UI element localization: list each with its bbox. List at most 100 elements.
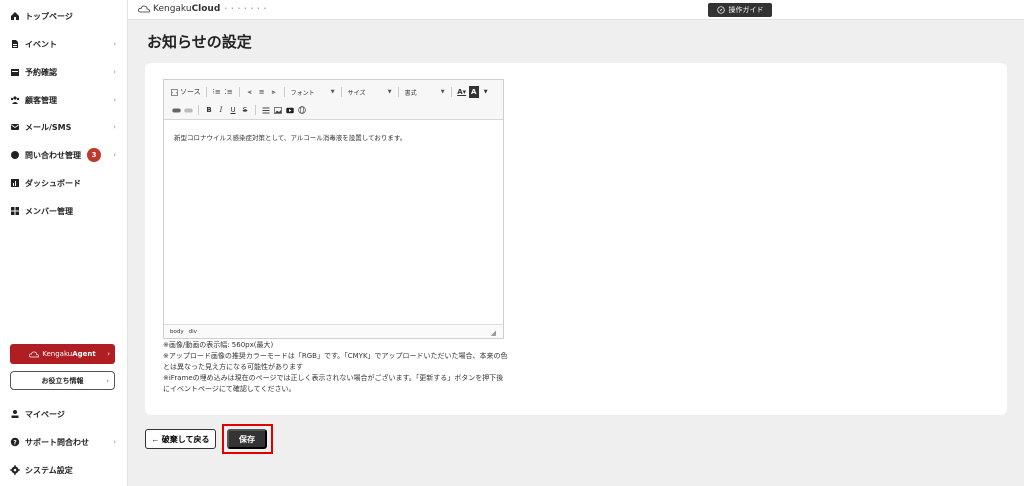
users-icon xyxy=(10,95,20,105)
toolbar-separator xyxy=(238,87,240,97)
chevron-right-icon: › xyxy=(113,40,116,48)
chevron-right-icon: › xyxy=(107,350,110,358)
compass-icon xyxy=(716,6,725,14)
save-button[interactable]: 保存 xyxy=(227,429,267,449)
sidebar-item-label: トップページ xyxy=(25,11,73,21)
status-path-body[interactable]: body xyxy=(170,329,184,335)
strikethrough-icon[interactable]: S xyxy=(240,104,250,116)
font-select-label: フォント xyxy=(290,89,315,97)
sidebar-item-label: ダッシュボード xyxy=(25,178,81,188)
note-line: ※iFrameの埋め込みは現在のページでは正しく表示されない場合がございます。「… xyxy=(163,374,504,393)
sidebar-item-label: 問い合わせ管理 xyxy=(25,150,81,160)
agent-logo-text: Kengaku xyxy=(42,350,73,358)
brand-name-regular: Kengaku xyxy=(153,4,192,14)
bg-color-dropdown-icon[interactable]: ▼ xyxy=(481,86,491,98)
notification-badge: 3 xyxy=(87,148,101,162)
toolbar-separator xyxy=(255,105,256,115)
iframe-globe-icon[interactable] xyxy=(297,104,307,116)
chevron-right-icon: › xyxy=(106,376,109,385)
align-left-icon[interactable]: ⫷ xyxy=(245,86,255,98)
source-icon xyxy=(171,88,178,96)
chart-icon xyxy=(10,178,20,188)
align-right-icon[interactable]: ⫸ xyxy=(269,86,279,98)
discard-and-back-button[interactable]: ← 破棄して戻る xyxy=(145,429,216,449)
source-button[interactable]: ソース xyxy=(171,86,201,98)
sidebar-item-mail-sms[interactable]: メール/SMS › xyxy=(10,119,122,135)
dropdown-arrow-icon: ▼ xyxy=(387,89,392,95)
useful-info-label: お役立ち情報 xyxy=(41,376,84,385)
sidebar-item-label: システム設定 xyxy=(25,465,73,475)
bulleted-list-icon[interactable]: ⁚≡ xyxy=(224,86,234,98)
size-select-label: サイズ xyxy=(347,89,366,97)
link-icon[interactable] xyxy=(171,104,181,116)
rich-text-editor: ソース ⁝≡ ⁚≡ ⫷ ≡ ⫸ フォント ▼ サイズ ▼ 書式 ▼ A▾ A ▼… xyxy=(163,79,504,339)
calendar-icon xyxy=(10,67,20,77)
note-line: ※画像/動画の表示幅: 560px(最大) xyxy=(163,341,274,349)
sidebar-item-mypage[interactable]: マイページ xyxy=(10,406,122,422)
source-label: ソース xyxy=(180,88,201,96)
editor-toolbar: ソース ⁝≡ ⁚≡ ⫷ ≡ ⫸ フォント ▼ サイズ ▼ 書式 ▼ A▾ A ▼… xyxy=(164,80,503,120)
sidebar-item-inquiries[interactable]: 問い合わせ管理 3 › xyxy=(10,147,122,163)
svg-text:?: ? xyxy=(13,439,17,446)
chevron-right-icon: › xyxy=(113,96,116,104)
sidebar-item-event[interactable]: イベント › xyxy=(10,36,122,52)
grid-icon xyxy=(10,206,20,216)
sidebar-item-label: マイページ xyxy=(25,409,65,419)
sidebar-item-label: メンバー管理 xyxy=(25,206,73,216)
chevron-right-icon: › xyxy=(113,438,116,446)
sidebar-item-label: 顧客管理 xyxy=(25,95,57,105)
brand-logo[interactable]: Kengaku Cloud • • • • • • • xyxy=(138,4,267,14)
bold-icon[interactable]: B xyxy=(204,104,214,116)
align-center-icon[interactable]: ≡ xyxy=(257,86,267,98)
chevron-right-icon: › xyxy=(113,68,116,76)
top-bar: Kengaku Cloud • • • • • • • 操作ガイド xyxy=(128,0,1024,20)
cloud-logo-icon xyxy=(138,5,150,13)
numbered-list-icon[interactable]: ⁝≡ xyxy=(212,86,222,98)
operation-guide-button[interactable]: 操作ガイド xyxy=(708,3,772,17)
document-icon xyxy=(10,39,20,49)
editor-notes: ※画像/動画の表示幅: 560px(最大) ※アップロード画像の推奨カラーモード… xyxy=(163,340,508,395)
cloud-logo-icon xyxy=(29,351,40,358)
editor-status-bar: body div ◢ xyxy=(164,324,503,338)
home-icon xyxy=(10,11,20,21)
help-icon: ? xyxy=(10,437,20,447)
useful-info-button[interactable]: お役立ち情報 › xyxy=(10,371,115,390)
toolbar-separator xyxy=(198,105,199,115)
mail-icon xyxy=(10,122,20,132)
sidebar-item-label: メール/SMS xyxy=(25,122,72,132)
sidebar-item-label: 予約確認 xyxy=(25,67,57,77)
unlink-icon[interactable] xyxy=(183,104,193,116)
font-select[interactable]: フォント ▼ xyxy=(289,86,337,98)
sidebar-item-members[interactable]: メンバー管理 xyxy=(10,203,122,219)
status-path-div[interactable]: div xyxy=(189,329,197,335)
brand-tagline: • • • • • • • xyxy=(224,6,268,12)
underline-icon[interactable]: U xyxy=(228,104,238,116)
italic-icon[interactable]: I xyxy=(216,104,226,116)
toolbar-row-2: B I U S xyxy=(170,103,308,117)
image-icon[interactable] xyxy=(273,104,283,116)
size-select[interactable]: サイズ ▼ xyxy=(346,86,394,98)
operation-guide-label: 操作ガイド xyxy=(728,6,764,14)
toolbar-separator xyxy=(283,87,285,97)
horizontal-rule-icon[interactable] xyxy=(261,104,271,116)
sidebar-item-system-settings[interactable]: システム設定 xyxy=(10,462,122,478)
toolbar-separator xyxy=(340,87,342,97)
kengaku-agent-button[interactable]: Kengaku Agent › xyxy=(10,344,115,364)
video-icon[interactable] xyxy=(285,104,295,116)
editor-content-area[interactable]: 新型コロナウイルス感染症対策として、アルコール消毒液を設置しております。 xyxy=(164,120,503,325)
format-select[interactable]: 書式 ▼ xyxy=(403,86,447,98)
resize-handle-icon[interactable]: ◢ xyxy=(491,329,496,337)
sidebar-item-dashboard[interactable]: ダッシュボード xyxy=(10,175,122,191)
format-select-label: 書式 xyxy=(404,89,417,97)
sidebar-item-label: サポート問合わせ xyxy=(25,437,89,447)
chevron-right-icon: › xyxy=(113,123,116,131)
toolbar-separator xyxy=(450,87,452,97)
toolbar-separator xyxy=(205,87,207,97)
sidebar-item-reservation[interactable]: 予約確認 › xyxy=(10,64,122,80)
sidebar-item-customers[interactable]: 顧客管理 › xyxy=(10,92,122,108)
text-color-icon[interactable]: A▾ xyxy=(457,86,467,98)
sidebar-item-top-page[interactable]: トップページ xyxy=(10,8,122,24)
background-color-icon[interactable]: A xyxy=(468,86,479,98)
chat-icon xyxy=(10,150,20,160)
sidebar-item-support[interactable]: ? サポート問合わせ › xyxy=(10,434,122,450)
